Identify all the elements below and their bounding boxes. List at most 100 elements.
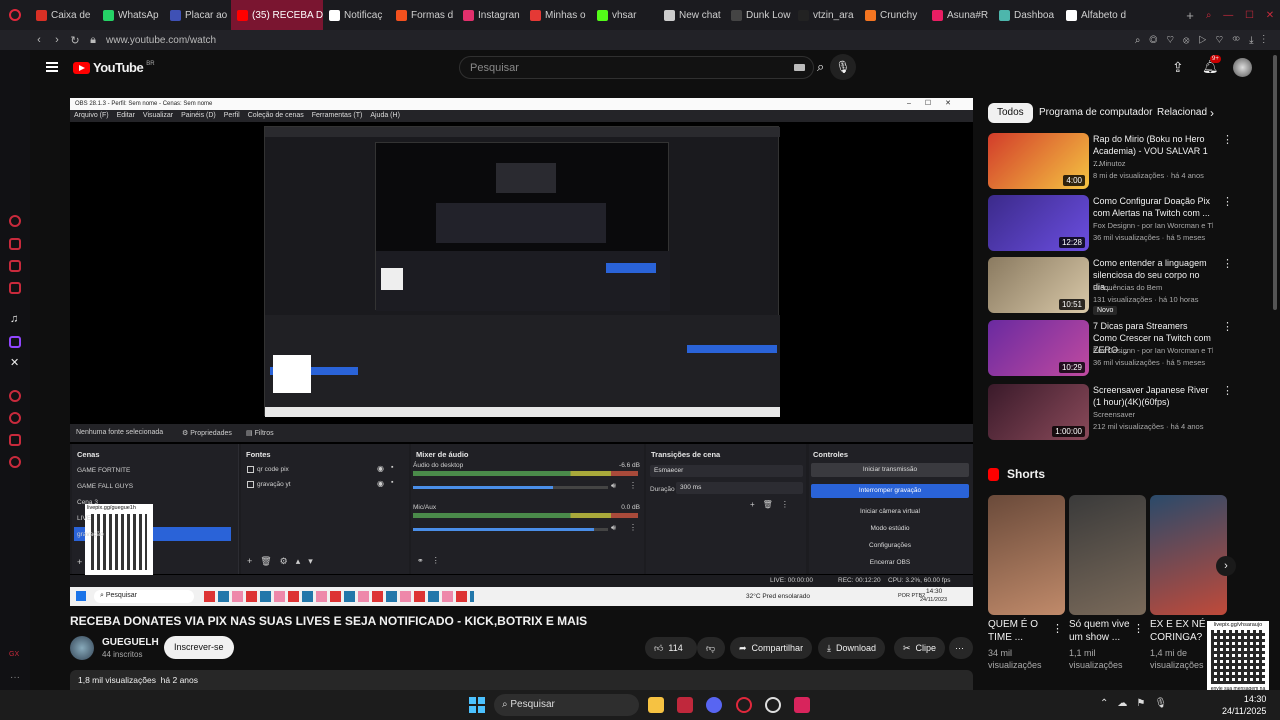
recommendation-menu-icon[interactable]: ⋮ <box>1222 195 1233 208</box>
recommendation-channel[interactable]: Fox Designn - por Ian Worcman e Thiag... <box>1093 345 1213 356</box>
obs-control-button[interactable]: Configurações <box>811 539 969 553</box>
maximize-icon[interactable]: ☐ <box>1245 10 1254 21</box>
back-icon[interactable]: ‹ <box>30 34 48 46</box>
messenger-icon[interactable] <box>9 260 21 272</box>
volume-slider[interactable] <box>413 486 608 489</box>
download-button[interactable]: ⤓ Download <box>818 637 886 659</box>
short-menu-icon[interactable]: ⋮ <box>1052 622 1063 635</box>
recommendation-title[interactable]: Screensaver Japanese River (1 hour)(4K)(… <box>1093 384 1211 408</box>
browser-tab[interactable]: vhsar <box>591 0 658 30</box>
taskbar-clock[interactable]: 14:30 24/11/2025 <box>1222 693 1266 717</box>
windows-search[interactable]: ⌕ Pesquisar <box>494 694 639 716</box>
short-thumbnail[interactable] <box>1150 495 1227 615</box>
browser-tab[interactable]: New chat <box>658 0 725 30</box>
obs-menu-item[interactable]: Ajuda (H) <box>370 112 400 120</box>
app-red-icon[interactable] <box>677 697 693 713</box>
search-button[interactable]: ⌕ <box>817 59 824 75</box>
browser-tab[interactable]: Alfabeto d <box>1060 0 1127 30</box>
file-explorer-icon[interactable] <box>648 697 664 713</box>
short-thumbnail[interactable] <box>1069 495 1146 615</box>
filter-chip[interactable]: Programa de computador <box>1030 103 1161 123</box>
scene-item[interactable]: Cena 3 <box>77 499 98 506</box>
eye-icon[interactable]: ◉ <box>377 464 384 473</box>
recommendation-menu-icon[interactable]: ⋮ <box>1222 320 1233 333</box>
chips-next-icon[interactable]: › <box>1210 106 1214 120</box>
more-sidebar-icon[interactable]: ··· <box>10 672 20 683</box>
video-player[interactable]: OBS 28.1.3 - Perfil: Sem nome - Cenas: S… <box>70 98 973 606</box>
recommendation-thumbnail[interactable]: 1:00:00 <box>988 384 1089 440</box>
recommendation-thumbnail[interactable]: 12:28 <box>988 195 1089 251</box>
search-input[interactable]: Pesquisar <box>459 56 814 79</box>
browser-tab[interactable]: (35) RECEBA D <box>231 0 323 30</box>
page-scrollbar[interactable] <box>1273 55 1277 310</box>
volume-slider[interactable] <box>413 528 608 531</box>
browser-tab[interactable]: Instagran <box>457 0 524 30</box>
scene-toolbar[interactable]: + <box>77 557 82 567</box>
source-toolbar[interactable]: +🗑︎⚙▴▾ <box>247 556 321 567</box>
shorts-next-button[interactable]: › <box>1216 556 1236 576</box>
reload-icon[interactable]: ↻ <box>66 34 84 47</box>
obs-menu-item[interactable]: Painéis (D) <box>181 112 216 120</box>
duration-input[interactable]: 300 ms <box>676 482 803 494</box>
recommendation-channel[interactable]: Frequências do Bem <box>1093 282 1213 293</box>
browser-tab[interactable]: Caixa de <box>30 0 97 30</box>
browser-tab[interactable]: Dunk Low <box>725 0 792 30</box>
eye-icon[interactable]: ◉ <box>377 479 384 488</box>
app-pink-icon[interactable] <box>794 697 810 713</box>
obs-menu-item[interactable]: Visualizar <box>143 112 173 120</box>
start-button[interactable] <box>469 697 485 713</box>
scene-item[interactable]: GAME FORTNITE <box>77 467 130 474</box>
forward-icon[interactable]: › <box>48 34 66 46</box>
browser-tab[interactable]: WhatsAp <box>97 0 164 30</box>
share-button[interactable]: ➦ Compartilhar <box>730 637 813 659</box>
obs-control-button[interactable]: Encerrar OBS <box>811 556 969 570</box>
new-tab-button[interactable]: + <box>1180 8 1200 23</box>
source-item[interactable]: qr code pix ◉ ▪ <box>245 464 403 476</box>
recommendation-thumbnail[interactable]: 10:29 <box>988 320 1089 376</box>
browser-tab[interactable]: Formas d <box>390 0 457 30</box>
system-tray[interactable]: ⌃☁⚑🎙︎ <box>1100 698 1176 709</box>
discord-icon[interactable] <box>706 697 722 713</box>
notifications-button[interactable]: 🔔︎ 9+ <box>1202 55 1221 75</box>
obs-menu-item[interactable]: Arquivo (F) <box>74 112 109 120</box>
short-title[interactable]: QUEM É O TIME ... <box>988 618 1050 644</box>
transition-toolbar[interactable]: +🗑︎⋮ <box>750 500 797 509</box>
lock-icon[interactable]: ▪ <box>391 464 393 471</box>
minimize-icon[interactable]: — <box>1223 10 1233 21</box>
create-icon[interactable]: ⇪ <box>1172 59 1184 76</box>
recommendation-menu-icon[interactable]: ⋮ <box>1222 133 1233 146</box>
channel-name[interactable]: GUEGUELH <box>102 637 159 648</box>
youtube-logo[interactable]: YouTube BR <box>73 60 155 75</box>
browser-tab[interactable]: vtzin_ara <box>792 0 859 30</box>
search-tabs-icon[interactable]: ⌕ <box>1206 10 1212 21</box>
address-tools[interactable]: ⌕◎♡⊗▷♡⚭⤓⋮ <box>1135 35 1274 46</box>
short-title[interactable]: Só quem vive um show ... <box>1069 618 1131 644</box>
speaker-icon[interactable]: 🔊︎ <box>611 481 616 491</box>
recommendation-channel[interactable]: 7 Minutoz <box>1093 158 1213 169</box>
lock-icon[interactable]: ▪ <box>391 479 393 486</box>
opera-gx-icon[interactable] <box>736 697 752 713</box>
browser-tab[interactable]: Crunchy <box>859 0 926 30</box>
recommendation-channel[interactable]: Screensaver <box>1093 409 1213 420</box>
opera-menu-icon[interactable] <box>0 0 30 30</box>
history-icon[interactable] <box>9 412 21 424</box>
aria-icon[interactable] <box>9 215 21 227</box>
browser-tab[interactable]: Notificaç <box>323 0 390 30</box>
player-icon[interactable] <box>9 390 21 402</box>
obs-control-button[interactable]: Modo estúdio <box>811 522 969 536</box>
short-menu-icon[interactable]: ⋮ <box>1133 622 1144 635</box>
mixer-kebab-icon[interactable]: ⋮ <box>629 481 637 490</box>
close-icon[interactable]: ✕ <box>1266 10 1274 21</box>
recommendation-menu-icon[interactable]: ⋮ <box>1222 257 1233 270</box>
obs-menu-item[interactable]: Ferramentas (T) <box>312 112 363 120</box>
dislike-button[interactable]: 👎︎ <box>697 637 725 659</box>
clip-button[interactable]: ✂ Clipe <box>894 637 946 659</box>
source-item[interactable]: gravação yt ◉ ▪ <box>245 479 403 491</box>
recommendation-channel[interactable]: Fox Designn - por Ian Worcman e Thiag... <box>1093 220 1213 231</box>
shopping-icon[interactable] <box>9 238 21 250</box>
obs-menu-item[interactable]: Perfil <box>224 112 240 120</box>
extensions-icon[interactable] <box>9 434 21 446</box>
filters-button[interactable]: ▤ Filtros <box>246 429 274 437</box>
obs-control-button[interactable]: Iniciar câmera virtual <box>811 505 969 519</box>
obs-menu-item[interactable]: Editar <box>117 112 135 120</box>
